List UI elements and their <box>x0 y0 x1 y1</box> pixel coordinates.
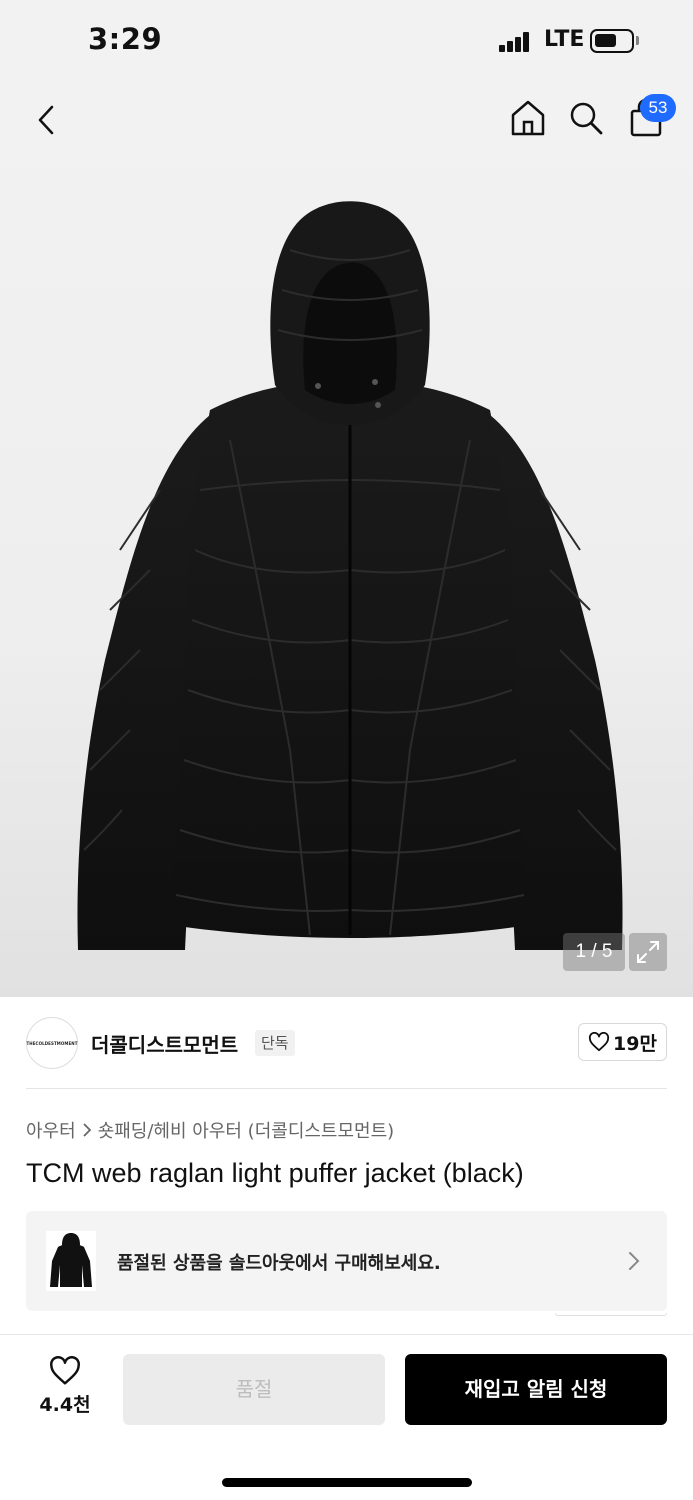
search-button[interactable] <box>564 96 608 140</box>
wishlist-button[interactable]: 4.4천 <box>30 1356 100 1426</box>
wishlist-count: 4.4천 <box>39 1394 91 1416</box>
restock-alert-button[interactable]: 재입고 알림 신청 <box>405 1354 667 1425</box>
chevron-right-icon <box>629 1252 640 1270</box>
back-button[interactable] <box>24 98 68 142</box>
breadcrumb: 아우터 숏패딩/헤비 아우터 (더콜디스트모먼트) <box>26 1117 394 1143</box>
brand-row[interactable]: THECOLDESTMOMENT 더콜디스트모먼트 단독 19만 <box>26 1017 667 1071</box>
home-indicator <box>222 1478 472 1487</box>
product-title: TCM web raglan light puffer jacket (blac… <box>26 1158 524 1188</box>
brand-like-button[interactable]: 19만 <box>578 1023 667 1061</box>
battery-tip <box>636 36 639 45</box>
expand-button[interactable] <box>629 933 667 971</box>
breadcrumb-subcategory[interactable]: 숏패딩/헤비 아우터 (더콜디스트모먼트) <box>98 1117 395 1143</box>
hidden-element-edge <box>555 1313 667 1316</box>
status-bar: 3:29 LTE <box>0 0 693 84</box>
chevron-left-icon <box>38 105 54 135</box>
divider <box>26 1088 667 1089</box>
product-image <box>77 201 623 950</box>
brand-logo-text: THECOLDESTMOMENT <box>26 1040 78 1046</box>
brand-name[interactable]: 더콜디스트모먼트 <box>91 1029 238 1058</box>
search-icon <box>570 102 603 135</box>
brand-like-count: 19만 <box>613 1032 657 1055</box>
soldout-banner-text: 품절된 상품을 솔드아웃에서 구매해보세요. <box>117 1253 441 1274</box>
network-label: LTE <box>544 27 585 52</box>
exclusive-badge: 단독 <box>255 1030 295 1056</box>
battery-icon <box>590 29 634 53</box>
heart-icon <box>50 1356 80 1385</box>
cart-count-badge: 53 <box>640 94 676 122</box>
soldout-button: 품절 <box>123 1354 385 1425</box>
home-icon <box>511 100 545 136</box>
breadcrumb-category[interactable]: 아우터 <box>26 1117 76 1143</box>
soldout-thumbnail <box>46 1231 96 1291</box>
home-button[interactable] <box>506 96 550 140</box>
chevron-right-icon <box>83 1123 91 1137</box>
status-time: 3:29 <box>88 22 163 56</box>
brand-logo[interactable]: THECOLDESTMOMENT <box>26 1017 78 1069</box>
signal-icon <box>499 30 535 52</box>
expand-icon <box>637 941 659 963</box>
image-counter: 1 / 5 <box>563 933 625 971</box>
soldout-banner[interactable]: 품절된 상품을 솔드아웃에서 구매해보세요. <box>26 1211 667 1311</box>
heart-icon <box>588 1032 610 1052</box>
